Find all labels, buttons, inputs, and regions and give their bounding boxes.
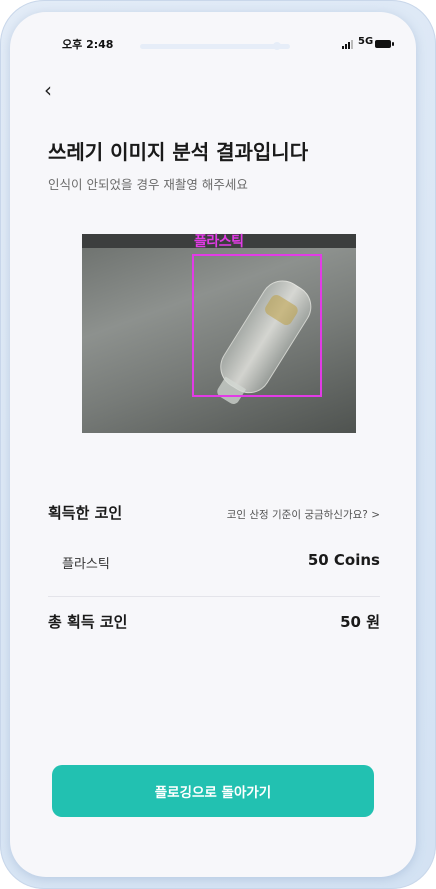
device-frame: 오후 2:48 5G ‹ 쓰레기 이미지 분석 결과입니다 인식이 안되었을 경… [0,0,436,889]
analyzed-image [82,234,356,433]
coin-item-value: 50 Coins [307,551,380,569]
detection-bounding-box [192,254,322,397]
battery-icon [375,40,394,48]
status-time: 오후 2:48 [62,38,114,51]
camera-dot [273,42,281,50]
return-to-plogging-button[interactable]: 플로깅으로 돌아가기 [52,765,374,817]
detection-label: 플라스틱 [194,234,244,250]
status-bar: 오후 2:48 5G [10,12,416,62]
dynamic-island [140,44,290,49]
page-title: 쓰레기 이미지 분석 결과입니다 [48,140,309,164]
coins-section-title: 획득한 코인 [48,504,123,522]
phone-screen: 오후 2:48 5G ‹ 쓰레기 이미지 분석 결과입니다 인식이 안되었을 경… [10,12,416,877]
chevron-left-icon: ‹ [44,78,52,102]
signal-icon [342,39,354,49]
back-button[interactable]: ‹ [44,78,64,102]
page-subtitle: 인식이 안되었을 경우 재촬영 해주세요 [48,177,248,192]
coin-criteria-link[interactable]: 코인 산정 기준이 궁금하신가요? > [227,507,380,522]
network-type: 5G [358,36,374,47]
divider [48,596,380,597]
coin-item-name: 플라스틱 [62,557,110,572]
total-coins-value: 50 원 [340,613,380,631]
total-coins-label: 총 획득 코인 [48,613,128,631]
